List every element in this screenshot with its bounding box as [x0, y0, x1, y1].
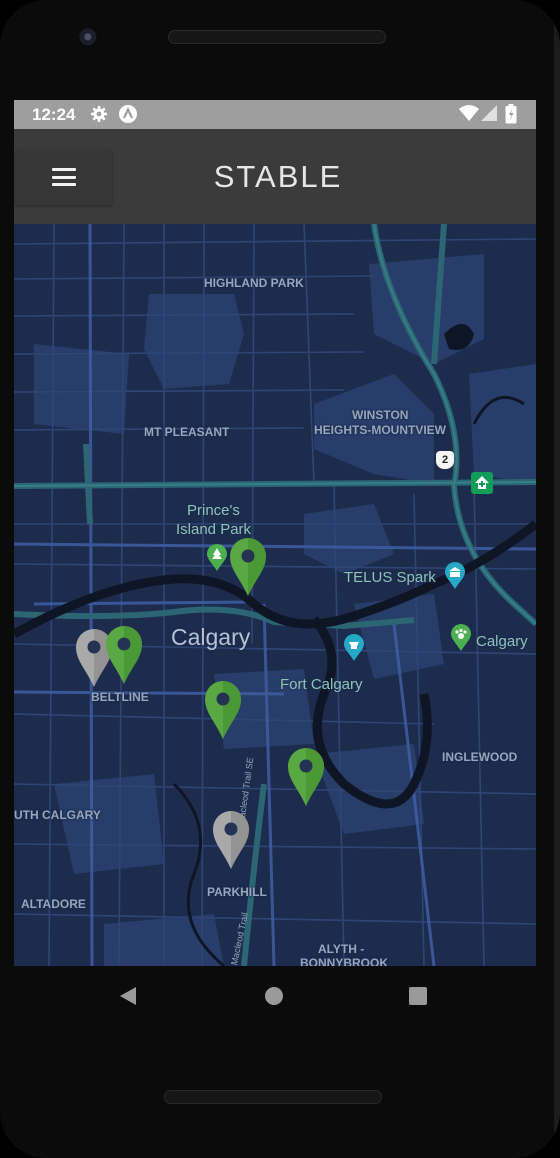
app-a-icon — [118, 104, 138, 129]
app-title: STABLE — [14, 159, 536, 195]
park-tree-icon[interactable] — [206, 544, 228, 572]
battery-icon — [505, 104, 517, 129]
label-beltline: BELTLINE — [91, 690, 149, 704]
label-mt-pleasant: MT PLEASANT — [144, 425, 230, 439]
map-marker-active[interactable] — [203, 679, 243, 741]
label-heights-mountview: HEIGHTS-MOUNTVIEW — [314, 423, 446, 437]
app-title-text: STABLE — [213, 159, 343, 194]
app-bar: STABLE — [14, 129, 536, 224]
museum-icon[interactable] — [444, 562, 466, 590]
system-navigation-bar — [0, 966, 560, 1026]
phone-frame: 12:24 STABLE HIGHLAND PARK MT PLEASANT W… — [0, 0, 560, 1158]
status-bar: 12:24 — [14, 100, 536, 129]
map-view[interactable]: HIGHLAND PARK MT PLEASANT WINSTON HEIGHT… — [14, 224, 536, 966]
signal-icon — [481, 105, 498, 127]
label-altadore: ALTADORE — [21, 897, 86, 911]
map-marker-inactive[interactable] — [211, 809, 251, 871]
home-icon[interactable] — [264, 986, 284, 1006]
label-calgary-zoo: Calgary — [476, 633, 528, 650]
map-marker-active[interactable] — [286, 746, 326, 808]
label-bonnybrook: BONNYBROOK — [300, 956, 389, 966]
highway-shield-number: 2 — [441, 454, 449, 466]
wifi-icon — [459, 105, 479, 127]
map-base-layer — [14, 224, 536, 966]
recents-icon[interactable] — [408, 986, 428, 1006]
label-parkhill: PARKHILL — [207, 885, 267, 899]
label-city-calgary: Calgary — [171, 624, 251, 650]
status-time: 12:24 — [32, 105, 76, 124]
app-screen: 12:24 STABLE HIGHLAND PARK MT PLEASANT W… — [14, 100, 536, 966]
label-telus-spark: TELUS Spark — [344, 569, 436, 586]
gear-icon — [90, 104, 108, 129]
map-marker-active[interactable] — [104, 624, 144, 686]
earpiece-speaker — [168, 30, 386, 44]
label-winston: WINSTON — [352, 408, 409, 422]
label-highland-park: HIGHLAND PARK — [204, 276, 304, 290]
label-inglewood: INGLEWOOD — [442, 750, 518, 764]
landmark-icon[interactable] — [343, 634, 365, 662]
map-marker-active[interactable] — [228, 536, 268, 598]
hospital-icon[interactable] — [471, 472, 493, 494]
highway-shield-2: 2 — [436, 451, 454, 469]
bottom-speaker — [164, 1090, 382, 1104]
zoo-paw-icon[interactable] — [450, 624, 472, 652]
label-fort-calgary: Fort Calgary — [280, 676, 363, 693]
label-princes: Prince's — [187, 502, 240, 519]
front-camera — [77, 26, 101, 50]
label-alyth: ALYTH - — [318, 942, 365, 956]
back-icon[interactable] — [118, 986, 138, 1006]
label-south-calgary: UTH CALGARY — [14, 808, 101, 822]
